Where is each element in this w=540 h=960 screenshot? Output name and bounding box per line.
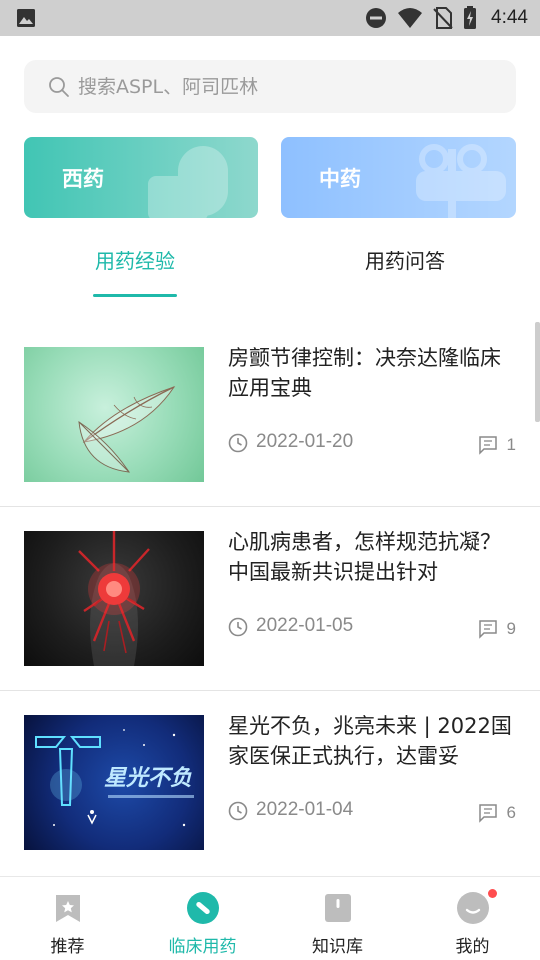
- article-meta: 2022-01-05 9: [228, 615, 518, 643]
- category-chinese-medicine-card[interactable]: 中药: [281, 137, 516, 218]
- nav-item-profile[interactable]: 我的: [405, 877, 540, 960]
- search-icon: [49, 77, 69, 97]
- article-title: 房颤节律控制：决奈达隆临床应用宝典: [228, 346, 501, 400]
- article-comment-count: 6: [506, 803, 516, 822]
- article-item[interactable]: 房颤节律控制：决奈达隆临床应用宝典 2022-01-20 1: [0, 323, 540, 507]
- article-meta: 2022-01-20 1: [228, 431, 518, 459]
- article-meta: 2022-01-04 6: [228, 799, 518, 827]
- clock-icon: [228, 801, 248, 821]
- comment-icon: [479, 436, 497, 455]
- article-title: 心肌病患者，怎样规范抗凝？中国最新共识提出针对: [228, 530, 501, 584]
- status-time: 4:44: [491, 7, 528, 28]
- tab-medication-experience-label: 用药经验: [95, 249, 175, 273]
- active-tab-indicator: [93, 294, 177, 297]
- notification-badge: [488, 889, 497, 898]
- tab-medication-qa[interactable]: 用药问答: [350, 245, 460, 285]
- search-bar[interactable]: [24, 60, 516, 113]
- tab-medication-experience[interactable]: 用药经验: [80, 245, 190, 285]
- article-date: 2022-01-20: [256, 431, 354, 452]
- tab-medication-qa-label: 用药问答: [365, 249, 445, 273]
- battery-charging-icon: [464, 6, 477, 29]
- article-thumbnail-starlight: 星光不负: [24, 715, 204, 850]
- search-input[interactable]: [78, 60, 498, 113]
- comment-icon: [479, 804, 497, 823]
- clock-icon: [228, 433, 248, 453]
- category-chinese-medicine-label: 中药: [319, 167, 361, 191]
- nav-label-recommend: 推荐: [50, 937, 85, 957]
- nav-item-clinical-medication[interactable]: 临床用药: [135, 877, 270, 960]
- herb-decoration-icon: [416, 144, 506, 218]
- nav-label-knowledge-base: 知识库: [312, 937, 363, 957]
- article-date: 2022-01-04: [256, 799, 354, 820]
- article-item[interactable]: 心肌病患者，怎样规范抗凝？中国最新共识提出针对 2022-01-05 9: [0, 507, 540, 691]
- nav-item-recommend[interactable]: 推荐: [0, 877, 135, 960]
- bookmark-icon: [55, 895, 80, 922]
- thumbnail-text: 星光不负: [104, 766, 192, 791]
- bottom-navigation: 推荐 临床用药 知识库 我的: [0, 876, 540, 960]
- comment-icon: [479, 620, 497, 639]
- status-bar: 4:44: [0, 0, 540, 36]
- nav-item-knowledge-base[interactable]: 知识库: [270, 877, 405, 960]
- nav-label-profile: 我的: [455, 937, 490, 957]
- article-thumbnail-leaves: [24, 347, 204, 482]
- article-date: 2022-01-05: [256, 615, 354, 636]
- article-title: 星光不负，兆亮未来 | 2022国家医保正式执行，达雷妥: [228, 714, 512, 768]
- image-notification-icon: [17, 9, 35, 27]
- category-western-medicine-card[interactable]: 西药: [24, 137, 258, 218]
- capsule-decoration-icon: [148, 146, 228, 218]
- clock-icon: [228, 617, 248, 637]
- category-western-medicine-label: 西药: [62, 167, 104, 191]
- article-comment-count: 1: [506, 435, 516, 454]
- no-sim-icon: [433, 7, 453, 29]
- article-comment-count: 9: [506, 619, 516, 638]
- book-icon: [324, 894, 351, 922]
- nav-label-clinical-medication: 临床用药: [168, 937, 237, 957]
- wifi-icon: [398, 8, 423, 28]
- article-thumbnail-heart: [24, 531, 204, 666]
- article-item[interactable]: 星光不负 星光不负，兆亮未来 | 2022国家医保正式执行，达雷妥 2022-0…: [0, 691, 540, 875]
- do-not-disturb-icon: [366, 8, 387, 28]
- pill-icon: [186, 892, 219, 924]
- profile-icon: [456, 892, 489, 924]
